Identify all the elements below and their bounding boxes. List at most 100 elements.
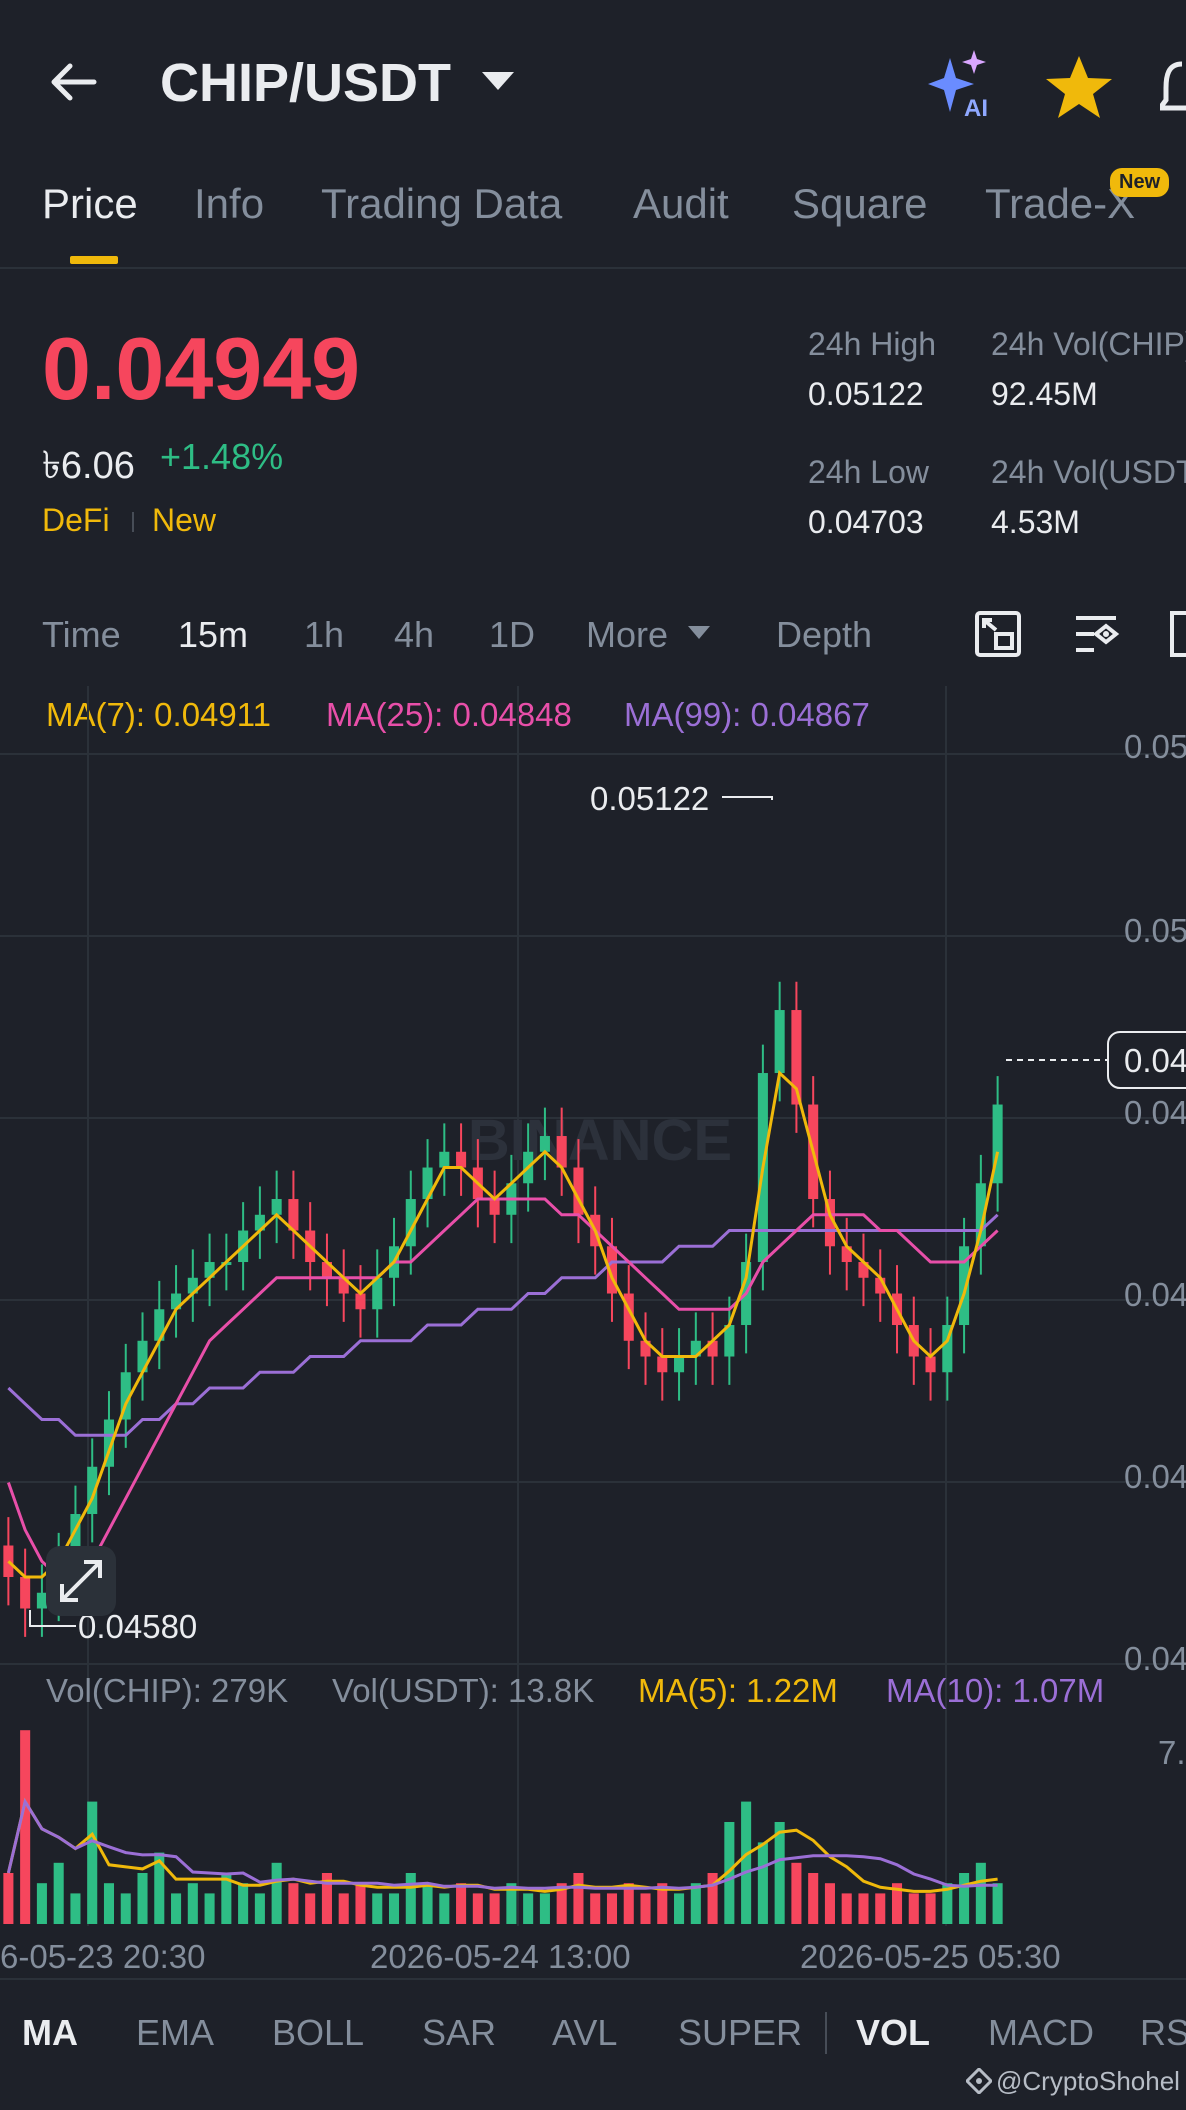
app-header: CHIP/USDT AI <box>0 0 1186 170</box>
volume-bar <box>858 1893 869 1924</box>
vol-base-legend: Vol(CHIP): 279K <box>46 1672 289 1709</box>
pair-title[interactable]: CHIP/USDT <box>160 52 451 114</box>
volume-bar <box>3 1873 14 1924</box>
watermark-logo-icon <box>966 2068 992 2094</box>
y-tick-label: 0.04 <box>1124 1094 1186 1131</box>
y-tick-label: 0.05 <box>1124 728 1186 765</box>
volume-bar <box>254 1893 265 1924</box>
volume-bar <box>908 1893 919 1924</box>
binance-watermark: BINANCE <box>468 1108 732 1173</box>
volume-bar <box>87 1801 98 1924</box>
stat-high-value: 0.05122 <box>808 376 924 412</box>
candlestick-chart[interactable]: BINANCE 0.05 0.05 0.04 0.04 0.04 0.04 0.05122… <box>0 686 1186 1976</box>
indicator-macd[interactable]: MACD <box>988 2012 1094 2054</box>
new-badge: New <box>1110 168 1170 197</box>
candle-body <box>456 1151 467 1168</box>
tab-trading-data[interactable]: Trading Data <box>321 180 562 228</box>
back-arrow-icon[interactable] <box>44 52 104 112</box>
candle-body <box>657 1356 668 1373</box>
candle-body <box>20 1577 31 1609</box>
svg-text:AI: AI <box>964 95 988 120</box>
pair-dropdown-caret-icon[interactable] <box>482 72 514 90</box>
volume-bar <box>204 1893 215 1924</box>
layout-icon[interactable] <box>1170 610 1186 658</box>
volume-bar <box>238 1883 249 1924</box>
favorite-star-icon[interactable] <box>1044 54 1114 120</box>
tag-separator <box>132 512 134 532</box>
interval-1h[interactable]: 1h <box>304 614 344 656</box>
interval-more[interactable]: More <box>586 614 668 656</box>
tab-price[interactable]: Price <box>42 180 138 228</box>
tag-defi[interactable]: DeFi <box>42 502 110 539</box>
x-tick-1: 6-05-23 20:30 <box>0 1938 206 1975</box>
more-caret-icon[interactable] <box>688 626 710 639</box>
y-tick-label: 0.05 <box>1124 912 1186 949</box>
stat-high-label: 24h High <box>808 326 937 362</box>
volume-bar <box>20 1730 31 1924</box>
stat-vol-quote-label: 24h Vol(USDT) <box>991 454 1186 490</box>
indicator-boll[interactable]: BOLL <box>272 2012 364 2054</box>
volume-bar <box>405 1873 416 1924</box>
y-tick-label: 0.04 <box>1124 1458 1186 1495</box>
header-divider <box>0 267 1186 269</box>
last-price: 0.04949 <box>42 319 361 418</box>
ai-sparkle-icon[interactable]: AI <box>928 50 1002 120</box>
y-axis-ticks: 0.05 0.05 0.04 0.04 0.04 0.04 <box>1124 728 1186 1677</box>
volume-bar <box>120 1893 131 1924</box>
interval-4h[interactable]: 4h <box>394 614 434 656</box>
volume-bar <box>975 1862 986 1924</box>
volume-bar <box>523 1893 534 1924</box>
volume-bar <box>288 1883 299 1924</box>
interval-depth[interactable]: Depth <box>776 614 872 656</box>
tab-info[interactable]: Info <box>194 180 264 228</box>
volume-bar <box>338 1893 349 1924</box>
volume-y-tick: 7. <box>1158 1734 1186 1771</box>
indicator-vol[interactable]: VOL <box>856 2012 930 2054</box>
bell-icon[interactable] <box>1160 54 1186 120</box>
candle-body <box>36 1592 47 1609</box>
chart-settings-icon[interactable] <box>1072 610 1120 658</box>
volume-bar <box>137 1873 148 1924</box>
indicator-sar[interactable]: SAR <box>422 2012 496 2054</box>
fiat-price: ৳6.06 <box>42 445 135 487</box>
volume-bar <box>439 1893 450 1924</box>
volume-bar <box>422 1883 433 1924</box>
stat-low-value: 0.04703 <box>808 504 924 540</box>
candle-body <box>271 1199 282 1215</box>
volume-bar <box>171 1893 182 1924</box>
volume-bar <box>791 1862 802 1924</box>
volume-bar <box>757 1842 768 1924</box>
volume-bar <box>539 1893 550 1924</box>
interval-1d[interactable]: 1D <box>489 614 535 656</box>
volume-bar <box>187 1883 198 1924</box>
interval-15m[interactable]: 15m <box>178 614 248 656</box>
vol-quote-legend: Vol(USDT): 13.8K <box>332 1672 595 1709</box>
current-price-label: 0.04 <box>1124 1042 1186 1079</box>
tab-audit[interactable]: Audit <box>633 180 729 228</box>
candle-body <box>489 1199 500 1215</box>
tab-square[interactable]: Square <box>792 180 927 228</box>
price-change-percent: +1.48% <box>160 436 284 477</box>
volume-bars <box>3 1730 1003 1924</box>
volume-bar <box>489 1893 500 1924</box>
candle-body <box>925 1356 936 1373</box>
x-tick-3: 2026-05-25 05:30 <box>800 1938 1061 1975</box>
indicator-avl[interactable]: AVL <box>552 2012 617 2054</box>
indicator-rsi[interactable]: RSI <box>1140 2012 1186 2054</box>
volume-bar <box>690 1883 701 1924</box>
candle-body <box>539 1136 550 1152</box>
tag-new[interactable]: New <box>152 502 216 539</box>
fullscreen-chart-icon[interactable] <box>974 610 1022 658</box>
candle-body <box>774 1010 785 1074</box>
volume-bar <box>992 1883 1003 1924</box>
interval-time[interactable]: Time <box>42 614 121 656</box>
volume-bar <box>305 1893 316 1924</box>
volume-bar <box>372 1893 383 1924</box>
vol-ma10-legend: MA(10): 1.07M <box>886 1672 1105 1709</box>
indicator-ma[interactable]: MA <box>22 2012 78 2054</box>
indicator-super[interactable]: SUPER <box>678 2012 802 2054</box>
volume-bar <box>959 1873 970 1924</box>
creator-watermark: @CryptoShohel <box>996 2066 1180 2096</box>
indicator-ema[interactable]: EMA <box>136 2012 214 2054</box>
vol-ma5-legend: MA(5): 1.22M <box>638 1672 838 1709</box>
